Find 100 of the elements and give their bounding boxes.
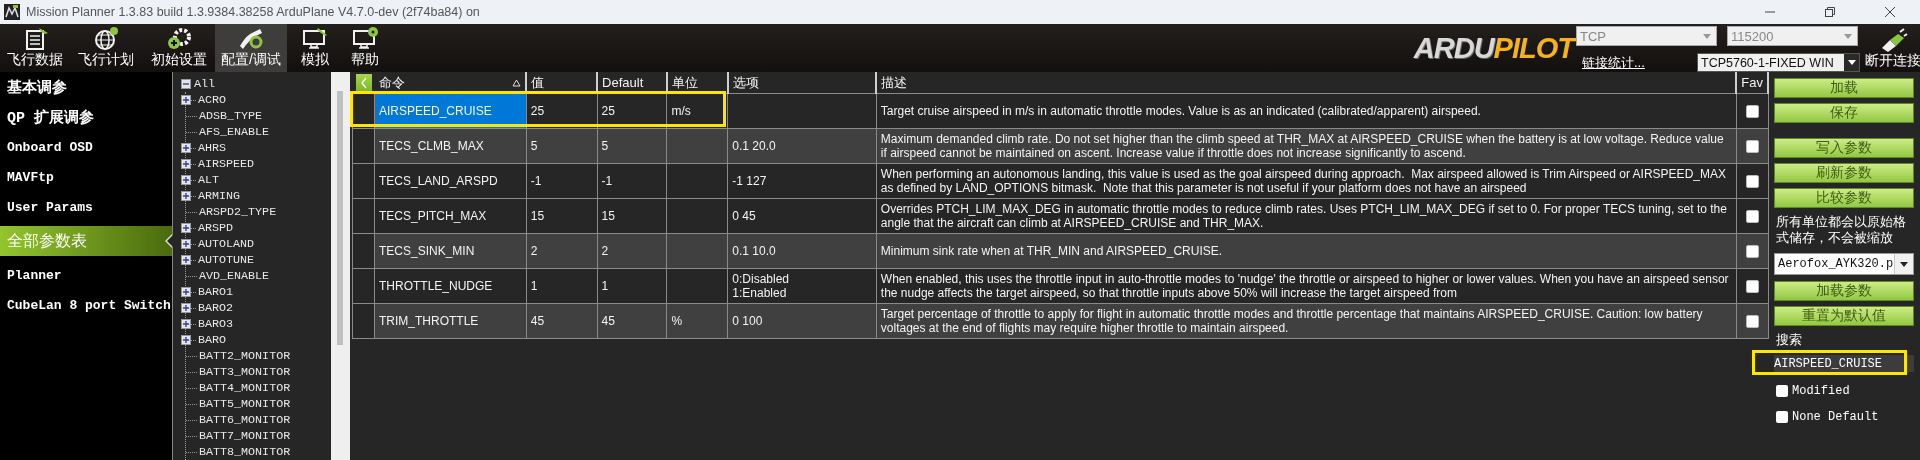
expand-icon[interactable] [181, 287, 191, 297]
checkbox[interactable] [1745, 139, 1759, 153]
table-cell: 5 [601, 139, 609, 153]
sidebar-item[interactable]: Onboard OSD [0, 132, 172, 162]
action-button[interactable]: 重置为默认值 [1774, 306, 1914, 326]
checkbox[interactable] [1776, 411, 1788, 423]
tree-item[interactable]: All [194, 77, 216, 91]
tree-item[interactable]: ARSPD2_TYPE [199, 205, 277, 219]
tree-item[interactable]: ARMING [198, 189, 241, 203]
table-cell: 0.1 20.0 [732, 139, 776, 153]
toolbar-tab[interactable]: 配置/调试 [215, 24, 287, 72]
tree-item[interactable]: AFS_ENABLE [199, 125, 270, 139]
tree-item[interactable]: BARO2 [198, 301, 234, 315]
action-button[interactable]: 刷新参数 [1774, 163, 1914, 183]
restore-icon[interactable] [1824, 6, 1836, 18]
expand-icon[interactable] [181, 335, 191, 345]
column-header[interactable]: 值 [531, 75, 545, 90]
table-cell: 0.1 10.0 [732, 244, 776, 258]
close-icon[interactable] [1884, 6, 1896, 18]
expand-icon[interactable] [181, 255, 191, 265]
expand-icon[interactable] [181, 95, 191, 105]
file-dropdown[interactable]: Aerofox_AYK320.p [1774, 253, 1914, 275]
sort-icon [512, 79, 522, 87]
chevron-icon [359, 77, 368, 89]
table-cell: 15 [530, 209, 545, 223]
sidebar-item[interactable]: 基本调参 [0, 72, 172, 102]
expand-icon[interactable] [181, 159, 191, 169]
table-cell: % [671, 314, 683, 328]
checkbox[interactable] [1745, 314, 1759, 328]
checkbox[interactable] [1745, 244, 1759, 258]
disconnect-button[interactable]: 断开连接 [1866, 24, 1920, 72]
tree-item[interactable]: ADSB_TYPE [199, 109, 263, 123]
column-header[interactable]: 命令 [379, 76, 406, 90]
toolbar-tab[interactable]: 帮助 [343, 24, 387, 72]
link-stats-link[interactable]: 链接统计... [1576, 53, 1697, 72]
table-cell: 25 [601, 104, 615, 118]
action-button[interactable]: 写入参数 [1774, 138, 1914, 158]
toolbar-tab[interactable]: 模拟 [287, 24, 343, 72]
action-button[interactable]: 保存 [1774, 103, 1914, 123]
tree-item[interactable]: BATT4_MONITOR [199, 381, 291, 395]
table-cell: -1 127 [732, 174, 767, 188]
tree-item[interactable]: BATT8_MONITOR [199, 445, 291, 459]
checkbox[interactable] [1745, 104, 1759, 118]
sidebar-item[interactable]: CubeLan 8 port Switch [0, 290, 172, 320]
collapse-icon[interactable] [181, 79, 191, 89]
sidebar-item[interactable]: QP 扩展调参 [0, 102, 172, 132]
table-cell: -1 [530, 174, 542, 188]
tree-item[interactable]: AVD_ENABLE [199, 269, 270, 283]
checkbox-label[interactable]: None Default [1792, 410, 1879, 424]
toolbar-tab[interactable]: 初始设置 [142, 24, 215, 72]
tree-item[interactable]: ARSPD [198, 221, 234, 235]
toolbar-tab[interactable]: 飞行数据 [0, 24, 70, 72]
column-header[interactable]: 描述 [881, 75, 908, 90]
toolbar-tab[interactable]: 飞行计划 [70, 24, 142, 72]
tree-item[interactable]: BARO [198, 333, 227, 347]
expand-icon[interactable] [181, 191, 191, 201]
tree-item[interactable]: BATT5_MONITOR [199, 397, 291, 411]
collapse-button[interactable] [355, 74, 372, 92]
checkbox[interactable] [1745, 209, 1759, 223]
table-cell: m/s [671, 104, 691, 118]
tree-item[interactable]: AHRS [198, 141, 227, 155]
column-header[interactable]: 选项 [732, 75, 759, 90]
tree-item[interactable]: AIRSPEED [198, 157, 255, 171]
tree-item[interactable]: AUTOTUNE [198, 253, 255, 267]
table-cell: 15 [601, 209, 615, 223]
tree-item[interactable]: ACRO [198, 93, 227, 107]
tree-item[interactable]: BARO3 [198, 317, 234, 331]
tree-item[interactable]: BATT6_MONITOR [199, 413, 291, 427]
table-cell: 0:Disabled 1:Enabled [732, 272, 789, 300]
profile-dropdown[interactable]: TCP5760-1-FIXED WIN [1697, 53, 1860, 72]
expand-icon[interactable] [181, 239, 191, 249]
checkbox[interactable] [1776, 385, 1788, 397]
tree-item[interactable]: BATT3_MONITOR [199, 365, 291, 379]
table-cell: 1 [601, 279, 609, 293]
sidebar-item[interactable]: MAVFtp [0, 162, 172, 192]
table-cell: -1 [601, 174, 613, 188]
tree-item[interactable]: BATT7_MONITOR [199, 429, 291, 443]
checkbox[interactable] [1745, 174, 1759, 188]
action-button[interactable]: 加载 [1774, 78, 1914, 98]
tree-item[interactable]: AUTOLAND [198, 237, 255, 251]
expand-icon[interactable] [181, 143, 191, 153]
expand-icon[interactable] [181, 175, 191, 185]
expand-icon[interactable] [181, 303, 191, 313]
tree-item[interactable]: ALT [198, 173, 220, 187]
action-button[interactable]: 加载参数 [1774, 281, 1914, 301]
checkbox-label[interactable]: Modified [1792, 384, 1850, 398]
tree-item[interactable]: BARO1 [198, 285, 234, 299]
sidebar-item[interactable]: User Params [0, 192, 172, 222]
table-cell: 45 [530, 314, 545, 328]
tree-item[interactable]: BATT2_MONITOR [199, 349, 291, 363]
search-field[interactable]: AIRSPEED_CRUISE [1774, 355, 1914, 372]
checkbox[interactable] [1745, 279, 1759, 293]
caret-icon [1900, 261, 1908, 267]
action-button[interactable]: 比较参数 [1774, 188, 1914, 208]
table-cell: Minimum sink rate when at THR_MIN and AIRSPEED_CRUISE. [880, 244, 1223, 258]
scrollbar[interactable] [331, 72, 350, 460]
sidebar-item[interactable]: Planner [0, 260, 172, 290]
search-label: 搜索 [1776, 331, 1803, 349]
expand-icon[interactable] [181, 223, 191, 233]
expand-icon[interactable] [181, 319, 191, 329]
